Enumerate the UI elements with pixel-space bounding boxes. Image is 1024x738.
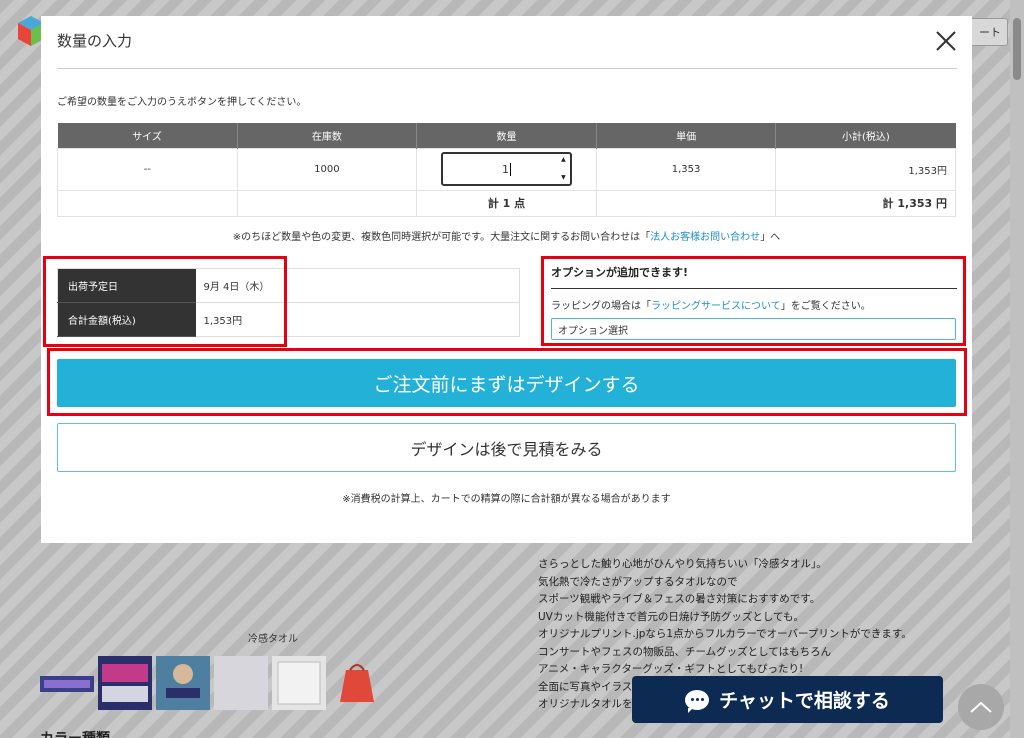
chat-button[interactable]: チャットで相談する — [632, 676, 943, 723]
cart-button[interactable]: ート — [966, 18, 1008, 46]
description-line: オリジナルプリント.jpなら1点からフルカラーでオーバープリントができます。 — [538, 628, 912, 640]
chevron-up-icon — [970, 701, 992, 713]
header-size: サイズ — [57, 123, 238, 148]
chat-bubble-icon — [685, 689, 710, 713]
total-empty-2 — [236, 189, 418, 217]
cell-stock: 1000 — [236, 147, 418, 191]
modal-title: 数量の入力 — [57, 32, 133, 50]
scrollbar-thumb[interactable] — [1013, 18, 1021, 80]
total-row: 計 1 点 計 1,353 円 — [57, 189, 956, 217]
highlight-design-button — [47, 348, 967, 416]
highlight-shipping — [43, 256, 287, 347]
header-stock: 在庫数 — [237, 123, 418, 148]
thumb-label: 冷感タオル — [248, 634, 298, 645]
close-icon — [936, 31, 956, 51]
total-empty-1 — [57, 189, 238, 217]
cell-quantity: 1 ▲ ▼ — [416, 147, 597, 191]
instruction-text: ご希望の数量をご入力のうえボタンを押してください。 — [57, 97, 307, 108]
stepper-up-icon[interactable]: ▲ — [559, 156, 568, 164]
section-title: カラー種類 — [40, 728, 110, 738]
thumb-person[interactable] — [156, 656, 210, 710]
quantity-table: サイズ 在庫数 数量 単価 小計(税込) -- 1000 1 ▲ ▼ 1,353… — [57, 123, 956, 217]
description-line: UVカット機能付きで首元の日焼け予防グッズとしても。 — [538, 610, 805, 623]
title-divider — [57, 68, 957, 69]
chat-button-label: チャットで相談する — [719, 690, 890, 712]
description-line: 気化熱で冷たさがアップするタオルなので — [538, 575, 738, 588]
header-quantity: 数量 — [416, 123, 597, 148]
quantity-input[interactable]: 1 ▲ ▼ — [440, 152, 572, 186]
text-caret — [509, 162, 511, 176]
total-quantity: 計 1 点 — [416, 189, 597, 217]
total-empty-3 — [595, 189, 777, 217]
scroll-top-button[interactable] — [958, 684, 1004, 730]
order-note: ※のちほど数量や色の変更、複数色同時選択が可能です。大量注文に関するお問い合わせ… — [41, 228, 972, 243]
thumb-towel-print[interactable] — [98, 656, 152, 710]
quantity-stepper[interactable]: ▲ ▼ — [559, 156, 568, 182]
header-subtotal: 小計(税込) — [775, 123, 956, 148]
cell-unit-price: 1,353 — [595, 147, 777, 191]
thumb-diagram[interactable] — [272, 656, 326, 710]
description-line: さらっとした触り心地がひんやり気持ちいい「冷感タオル」。 — [538, 558, 827, 570]
cell-subtotal: 1,353円 — [775, 147, 956, 191]
thumb-bag[interactable] — [330, 656, 384, 710]
cell-size: -- — [57, 147, 238, 191]
table-row: -- 1000 1 ▲ ▼ 1,353 1,353円 — [57, 147, 956, 191]
close-button[interactable] — [933, 28, 959, 54]
stepper-down-icon[interactable]: ▼ — [559, 174, 568, 182]
quantity-value: 1 — [501, 162, 509, 176]
thumb-texture[interactable] — [214, 656, 268, 710]
description-line: スポーツ観戦やライブ＆フェスの暑さ対策におすすめです。 — [538, 593, 821, 605]
design-later-button[interactable]: デザインは後で見積をみる — [57, 423, 956, 472]
total-price: 計 1,353 円 — [775, 189, 956, 217]
description-line: コンサートやフェスの物販品、チームグッズとしてはもちろん — [538, 645, 832, 658]
note-text-end: 」へ — [760, 232, 781, 243]
corporate-inquiry-link[interactable]: 法人お客様お問い合わせ — [650, 232, 760, 243]
page-scrollbar[interactable] — [1010, 0, 1024, 738]
thumb-towel-flat[interactable] — [40, 656, 94, 710]
highlight-options — [541, 256, 966, 346]
header-unit-price: 単価 — [596, 123, 777, 148]
note-text: ※のちほど数量や色の変更、複数色同時選択が可能です。大量注文に関するお問い合わせ… — [232, 232, 651, 243]
product-thumbnails — [40, 656, 384, 710]
tax-note: ※消費税の計算上、カートでの精算の際に合計額が異なる場合があります — [342, 494, 671, 505]
